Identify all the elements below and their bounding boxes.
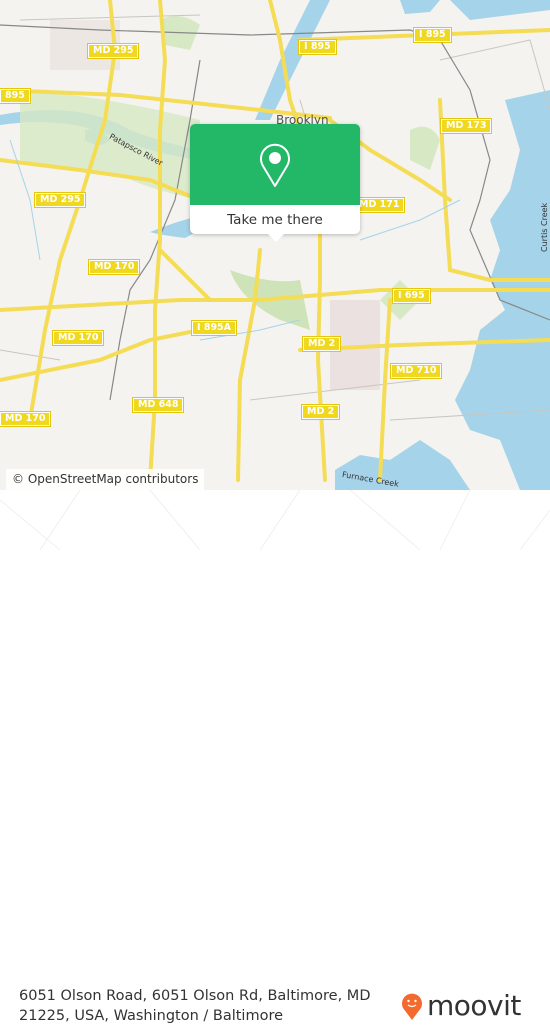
- moovit-pin-icon: [402, 993, 422, 1020]
- moovit-wordmark: moovit: [427, 989, 521, 1022]
- location-pin-icon: [260, 143, 290, 187]
- route-shield: I 895: [413, 27, 452, 43]
- popup-pointer: [268, 234, 284, 242]
- destination-popup[interactable]: Take me there: [190, 124, 360, 242]
- route-shield: MD 295: [33, 192, 87, 208]
- route-shield: I 895A: [190, 320, 238, 336]
- route-shield: 895: [0, 88, 31, 104]
- route-shield: MD 295: [86, 43, 140, 59]
- route-shield: I 895: [298, 39, 337, 55]
- map-attribution[interactable]: © OpenStreetMap contributors: [6, 469, 205, 490]
- route-shield: MD 173: [439, 118, 493, 134]
- take-me-there-button[interactable]: Take me there: [190, 205, 360, 234]
- moovit-logo: moovit: [400, 989, 521, 1022]
- route-shield: MD 171: [352, 197, 406, 213]
- footer: 6051 Olson Road, 6051 Olson Rd, Baltimor…: [0, 490, 550, 1024]
- route-shield: MD 2: [301, 336, 342, 352]
- water-label-curtis-creek: Curtis Creek: [540, 202, 549, 252]
- map-view[interactable]: MD 295 895 I 895 I 895 MD 173 MD 295 MD …: [0, 0, 550, 490]
- route-shield: I 695: [392, 288, 431, 304]
- route-shield: MD 170: [0, 411, 52, 427]
- map-base-layer: [0, 0, 550, 490]
- footer-background-pattern: [0, 490, 550, 550]
- route-shield: MD 170: [87, 259, 141, 275]
- route-shield: MD 648: [131, 397, 185, 413]
- popup-header: [190, 124, 360, 205]
- route-shield: MD 2: [300, 404, 341, 420]
- route-shield: MD 710: [389, 363, 443, 379]
- route-shield: MD 170: [51, 330, 105, 346]
- destination-address: 6051 Olson Road, 6051 Olson Rd, Baltimor…: [19, 988, 371, 1024]
